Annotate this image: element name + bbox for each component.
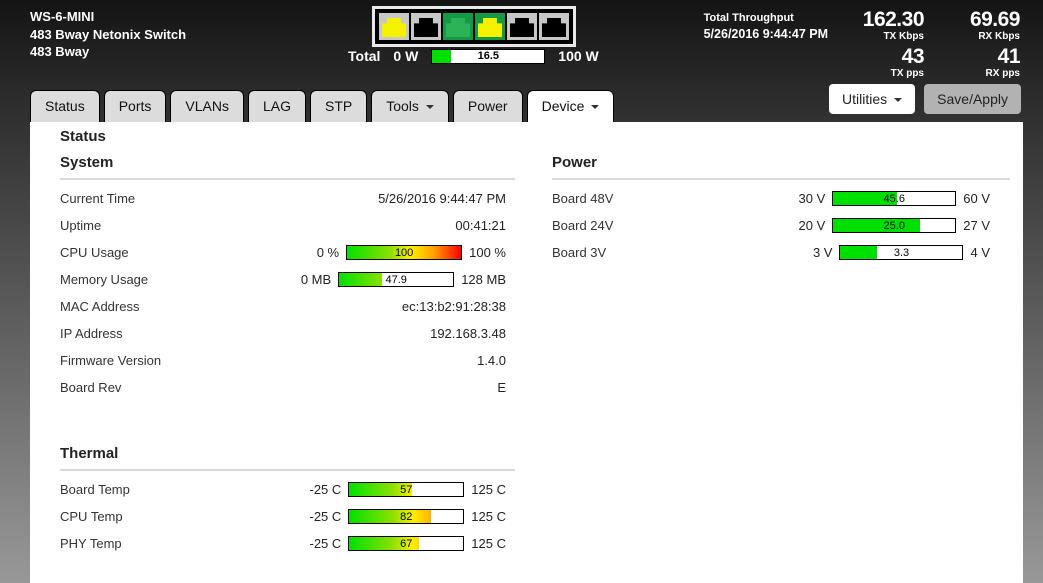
tab-tools[interactable]: Tools (371, 90, 449, 122)
thermal-section: Thermal Board Temp -25 C 57 125 C CPU Te… (60, 445, 515, 557)
system-section: System Current Time 5/26/2016 9:44:47 PM… (60, 154, 515, 401)
table-row: Firmware Version 1.4.0 (60, 353, 506, 368)
board-3v-gauge: 3.3 (839, 245, 964, 260)
memory-usage-gauge: 47.9 (338, 272, 455, 287)
rj45-jack-icon (478, 18, 502, 37)
throughput-summary: Total Throughput 5/26/2016 9:44:47 PM 16… (703, 8, 1021, 83)
rx-pps-unit: RX pps (985, 68, 1020, 79)
main-nav-tabs: Status Ports VLANs LAG STP Tools Power D… (30, 90, 618, 123)
left-column: System Current Time 5/26/2016 9:44:47 PM… (60, 154, 515, 557)
total-power-label: Total (348, 48, 381, 64)
header-actions: Utilities Save/Apply (829, 84, 1021, 114)
firmware-version-value: 1.4.0 (477, 353, 506, 368)
cpu-usage-gauge: 100 (346, 245, 463, 260)
rj45-jack-icon (414, 18, 438, 37)
port-2-status-icon[interactable] (411, 13, 441, 40)
port-1-status-icon[interactable] (379, 13, 409, 40)
device-identity: WS-6-MINI 483 Bway Netonix Switch 483 Bw… (30, 8, 186, 61)
table-row: Memory Usage 0 MB 47.9 128 MB (60, 272, 506, 287)
mac-address-value: ec:13:b2:91:28:38 (401, 299, 506, 314)
table-row: IP Address 192.168.3.48 (60, 326, 506, 341)
tab-lag[interactable]: LAG (247, 90, 306, 122)
rx-pps-value: 41 (997, 45, 1021, 68)
table-row: Board 48V 30 V 45.6 60 V (552, 191, 990, 206)
table-row: Board 3V 3 V 3.3 4 V (552, 245, 990, 260)
phy-temp-gauge: 67 (348, 536, 465, 551)
ip-address-value: 192.168.3.48 (430, 326, 506, 341)
table-row: Current Time 5/26/2016 9:44:47 PM (60, 191, 506, 206)
table-row: Board 24V 20 V 25.0 27 V (552, 218, 990, 233)
table-row: CPU Usage 0 % 100 100 % (60, 245, 506, 260)
rx-kbps-unit: RX Kbps (978, 31, 1020, 42)
power-heading: Power (552, 154, 1010, 180)
table-row: CPU Temp -25 C 82 125 C (60, 509, 506, 524)
board-24v-gauge: 25.0 (832, 218, 957, 233)
tab-status[interactable]: Status (30, 90, 100, 122)
save-apply-button[interactable]: Save/Apply (924, 84, 1021, 114)
content-panel: Status System Current Time 5/26/2016 9:4… (30, 122, 1023, 583)
device-model: WS-6-MINI (30, 9, 95, 24)
total-power-gauge: 16.5 (431, 48, 546, 64)
caret-down-icon (425, 105, 434, 110)
board-rev-value: E (497, 380, 506, 395)
port-4-status-icon[interactable] (475, 13, 505, 40)
tx-kbps-unit: TX Kbps (883, 31, 924, 42)
cpu-temp-gauge: 82 (348, 509, 465, 524)
tab-stp[interactable]: STP (309, 90, 368, 122)
port-5-status-icon[interactable] (507, 13, 537, 40)
tab-vlans[interactable]: VLANs (170, 90, 244, 122)
current-time-value: 5/26/2016 9:44:47 PM (378, 191, 506, 206)
table-row: PHY Temp -25 C 67 125 C (60, 536, 506, 551)
total-power-row: Total 0 W 16.5 100 W (348, 48, 599, 64)
port-status-panel[interactable] (372, 6, 576, 47)
table-row: Board Temp -25 C 57 125 C (60, 482, 506, 497)
total-power-min: 0 W (393, 48, 419, 64)
tx-kbps-value: 162.30 (862, 8, 925, 31)
uptime-value: 00:41:21 (455, 218, 506, 233)
tx-pps-unit: TX pps (890, 68, 924, 79)
board-48v-gauge: 45.6 (832, 191, 957, 206)
table-row: Uptime 00:41:21 (60, 218, 506, 233)
port-6-status-icon[interactable] (539, 13, 569, 40)
throughput-datetime: 5/26/2016 9:44:47 PM (703, 27, 828, 41)
table-row: MAC Address ec:13:b2:91:28:38 (60, 299, 506, 314)
table-row: Board Rev E (60, 380, 506, 395)
utilities-button[interactable]: Utilities (829, 84, 916, 114)
rx-kbps-value: 69.69 (969, 8, 1021, 31)
rj45-jack-icon (542, 18, 566, 37)
right-column: Power Board 48V 30 V 45.6 60 V Board 24V (552, 154, 1010, 266)
page-title: Status (60, 128, 106, 145)
caret-down-icon (894, 98, 903, 103)
rj45-jack-icon (382, 18, 406, 37)
throughput-title: Total Throughput (703, 12, 794, 24)
tx-pps-value: 43 (901, 45, 925, 68)
rj45-jack-icon (510, 18, 534, 37)
caret-down-icon (591, 105, 600, 110)
tab-power[interactable]: Power (452, 90, 523, 122)
rj45-jack-icon (446, 18, 470, 37)
tab-device[interactable]: Device (526, 90, 615, 123)
board-temp-gauge: 57 (348, 482, 465, 497)
device-description: 483 Bway Netonix Switch (30, 26, 187, 42)
thermal-heading: Thermal (60, 445, 515, 471)
port-3-status-icon[interactable] (443, 13, 473, 40)
device-location: 483 Bway (30, 44, 90, 59)
tab-ports[interactable]: Ports (103, 90, 167, 122)
system-heading: System (60, 154, 515, 180)
power-section: Power Board 48V 30 V 45.6 60 V Board 24V (552, 154, 1010, 266)
total-power-max: 100 W (558, 48, 599, 64)
